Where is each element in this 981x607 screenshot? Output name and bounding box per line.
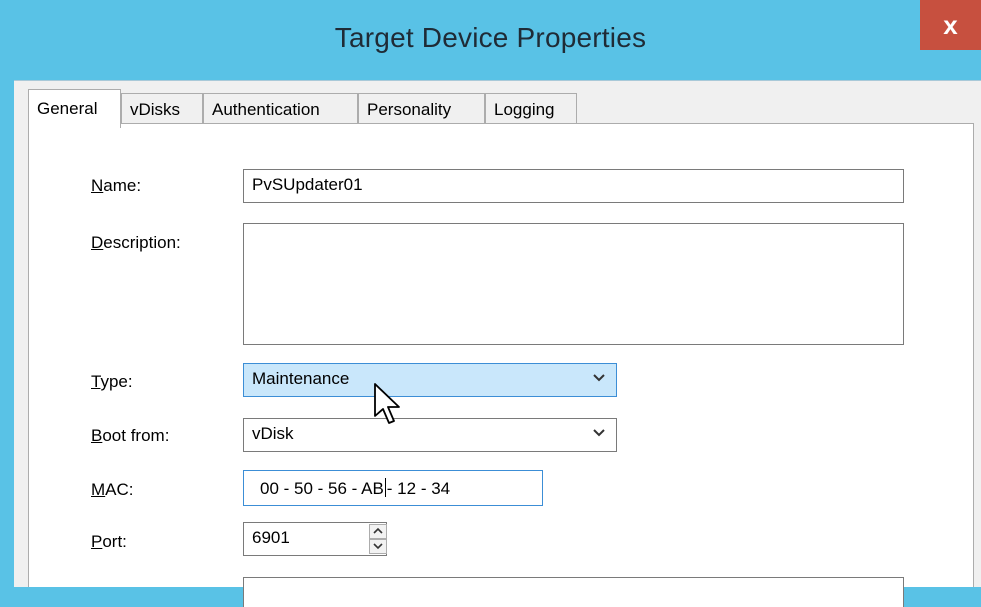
- mac-value-after-caret: - 12 - 34: [386, 479, 451, 498]
- general-tab-panel: Name: PvSUpdater01 Description: Type: Ma…: [28, 123, 974, 607]
- port-field[interactable]: 6901: [243, 522, 387, 556]
- name-field[interactable]: PvSUpdater01: [243, 169, 904, 203]
- tab-general[interactable]: General: [28, 89, 121, 128]
- port-decrement-button[interactable]: [369, 539, 387, 554]
- boot-from-dropdown[interactable]: vDisk: [243, 418, 617, 452]
- window-title: Target Device Properties: [334, 22, 647, 53]
- description-field[interactable]: [243, 223, 904, 345]
- mac-label: MAC:: [91, 480, 134, 499]
- spin-down-icon: [373, 543, 383, 550]
- chevron-down-icon: [593, 374, 605, 382]
- tab-vdisks[interactable]: vDisks: [121, 93, 203, 125]
- boot-from-value: vDisk: [252, 424, 294, 443]
- title-bar[interactable]: Target Device Properties x: [0, 0, 981, 80]
- next-row-field[interactable]: [243, 577, 904, 607]
- name-label: Name:: [91, 176, 142, 195]
- text-caret: [384, 478, 386, 497]
- chevron-down-icon: [593, 429, 605, 437]
- dialog-client-area: General vDisks Authentication Personalit…: [14, 80, 981, 607]
- mouse-pointer-icon: [374, 383, 400, 424]
- spin-up-icon: [373, 527, 383, 534]
- description-label: Description:: [91, 233, 181, 252]
- close-icon: x: [943, 9, 958, 40]
- boot-from-label: Boot from:: [91, 426, 170, 445]
- close-button[interactable]: x: [920, 0, 981, 50]
- type-value: Maintenance: [252, 369, 350, 388]
- mac-address-field[interactable]: 00 - 50 - 56 - AB - 12 - 34: [243, 470, 543, 506]
- tab-authentication[interactable]: Authentication: [203, 93, 358, 125]
- tab-personality[interactable]: Personality: [358, 93, 485, 125]
- next-row-label: [91, 582, 111, 590]
- port-increment-button[interactable]: [369, 524, 387, 539]
- mac-value-before-caret: 00 - 50 - 56 - AB: [260, 479, 384, 498]
- type-dropdown[interactable]: Maintenance: [243, 363, 617, 397]
- type-label: Type:: [91, 372, 133, 391]
- tab-logging[interactable]: Logging: [485, 93, 577, 125]
- port-label: Port:: [91, 532, 127, 551]
